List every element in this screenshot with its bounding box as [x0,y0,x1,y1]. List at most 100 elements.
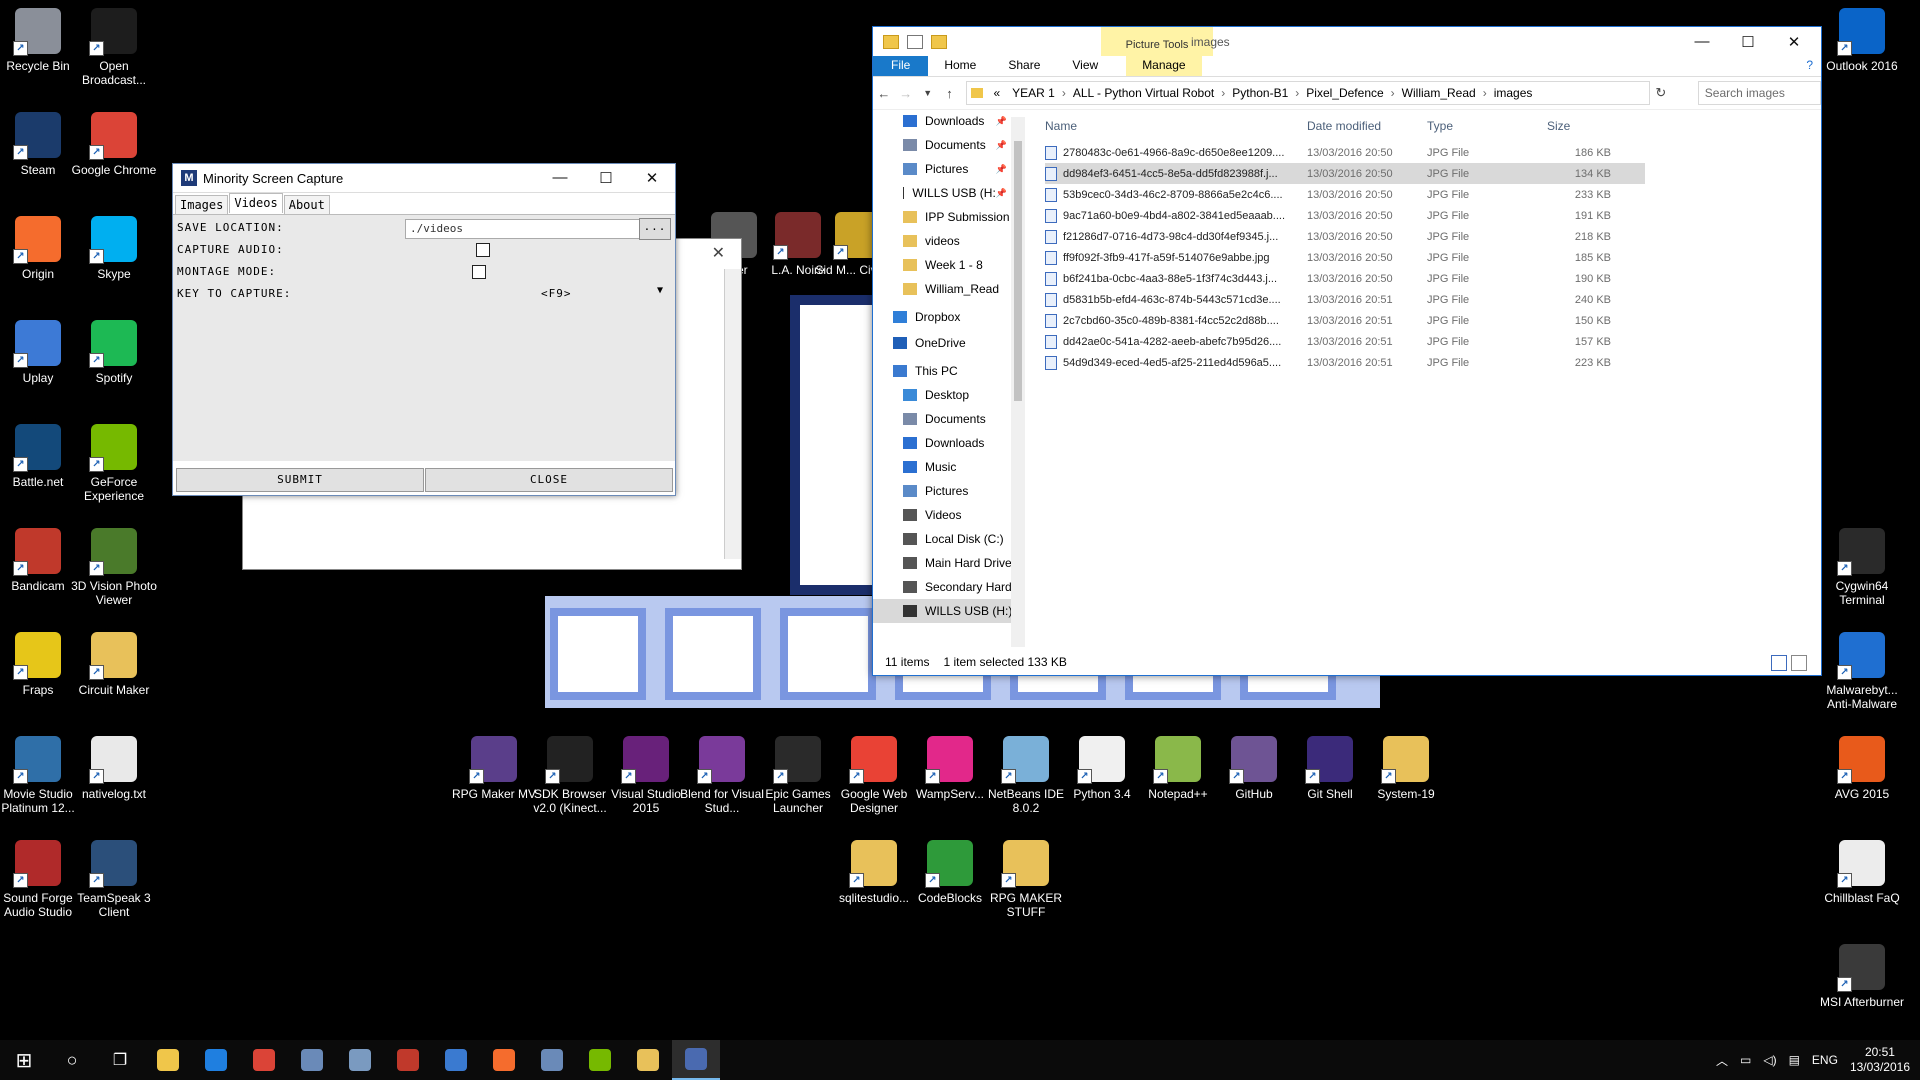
nav-item[interactable]: Documents [873,407,1019,431]
key-to-capture-value[interactable]: <F9> [541,287,572,300]
show-hidden-icons-icon[interactable]: ︿ [1716,1052,1728,1069]
desktop-shortcut[interactable]: ↗ MSI Afterburner [1816,944,1908,1009]
language-indicator[interactable]: ENG [1812,1053,1838,1067]
desktop-shortcut[interactable]: ↗ Cygwin64 Terminal [1816,528,1908,607]
save-location-input[interactable]: ./videos [405,219,645,239]
clock[interactable]: 20:51 13/03/2016 [1850,1045,1910,1075]
close-button[interactable]: ✕ [629,169,675,187]
volume-icon[interactable]: ◁) [1763,1053,1776,1067]
recent-locations-icon[interactable]: ▼ [917,88,939,98]
column-type[interactable]: Type [1427,119,1547,133]
breadcrumb-item[interactable]: images [1488,86,1539,100]
nav-item[interactable]: WILLS USB (H:) [873,599,1019,623]
desktop-shortcut[interactable]: ↗ Circuit Maker [68,632,160,697]
nav-item[interactable]: William_Read [873,277,1019,301]
dropdown-arrow-icon[interactable]: ▼ [657,285,664,296]
pin-icon[interactable]: 📌 [996,164,1007,175]
new-folder-icon[interactable] [931,34,947,49]
steam-app-icon[interactable] [336,1040,384,1080]
details-view-icon[interactable] [1771,655,1787,671]
pin-icon[interactable]: 📌 [996,188,1007,199]
close-form-button[interactable]: CLOSE [425,468,673,492]
breadcrumb-item[interactable]: Pixel_Defence [1300,86,1389,100]
nav-item[interactable]: Downloads [873,431,1019,455]
steam-icon[interactable] [288,1040,336,1080]
fraps-icon[interactable] [432,1040,480,1080]
properties-icon[interactable] [907,34,923,49]
nvidia-icon[interactable] [576,1040,624,1080]
nav-item[interactable]: Desktop [873,383,1019,407]
file-row[interactable]: d5831b5b-efd4-463c-874b-5443c571cd3e....… [1045,289,1645,310]
refresh-icon[interactable]: ↻ [1650,85,1672,101]
desktop-shortcut[interactable]: ↗ AVG 2015 [1816,736,1908,801]
edge-icon[interactable] [192,1040,240,1080]
nav-item[interactable]: Videos [873,503,1019,527]
desktop-shortcut[interactable]: ↗ Malwarebyt... Anti-Malware [1816,632,1908,711]
start-icon[interactable]: ⊞ [0,1040,48,1080]
file-row[interactable]: 2c7cbd60-35c0-489b-8381-f4cc52c2d88b....… [1045,310,1645,331]
minority-capture-icon[interactable] [672,1040,720,1080]
file-row[interactable]: f21286d7-0716-4d73-98c4-dd30f4ef9345.j..… [1045,226,1645,247]
scrollbar[interactable] [724,269,741,559]
close-icon[interactable]: ✕ [712,243,725,263]
column-size[interactable]: Size [1547,119,1611,133]
nav-item[interactable]: Music [873,455,1019,479]
nav-item[interactable]: Downloads 📌 [873,109,1019,133]
close-button[interactable]: ✕ [1771,33,1817,51]
desktop-shortcut[interactable]: ↗ nativelog.txt [68,736,160,801]
column-name[interactable]: Name [1045,119,1307,133]
desktop-shortcut[interactable]: ↗ Open Broadcast... [68,8,160,87]
tab-view[interactable]: View [1056,56,1114,76]
nav-item[interactable]: Local Disk (C:) [873,527,1019,551]
action-center-icon[interactable]: ▤ [1789,1053,1800,1067]
file-row[interactable]: b6f241ba-0cbc-4aa3-88e5-1f3f74c3d443.j..… [1045,268,1645,289]
bandicam-icon[interactable] [384,1040,432,1080]
python-icon[interactable] [624,1040,672,1080]
file-explorer-icon[interactable] [144,1040,192,1080]
capture-audio-checkbox[interactable] [476,243,490,257]
desktop-shortcut[interactable]: ↗ TeamSpeak 3 Client [68,840,160,919]
file-row[interactable]: 53b9cec0-34d3-46c2-8709-8866a5e2c4c6....… [1045,184,1645,205]
search-input[interactable]: Search images [1697,81,1822,105]
file-row[interactable]: 2780483c-0e61-4966-8a9c-d650e8ee1209....… [1045,142,1645,163]
nav-item[interactable]: IPP Submission [873,205,1019,229]
breadcrumb-item[interactable]: William_Read [1396,86,1482,100]
tab-file[interactable]: File [873,56,929,76]
tab-home[interactable]: Home [928,56,992,76]
nav-item[interactable]: videos [873,229,1019,253]
desktop-shortcut[interactable]: ↗ Chillblast FaQ [1816,840,1908,905]
desktop-shortcut[interactable]: ↗ 3D Vision Photo Viewer [68,528,160,607]
file-row[interactable]: dd42ae0c-541a-4282-aeeb-abefc7b95d26....… [1045,331,1645,352]
folder-icon[interactable] [883,34,899,49]
pin-icon[interactable]: 📌 [996,116,1007,127]
up-arrow-icon[interactable]: ↑ [939,86,961,101]
submit-button[interactable]: SUBMIT [176,468,424,492]
explorer-title-bar[interactable]: Picture Tools images — ☐ ✕ [873,27,1821,56]
nav-item[interactable]: OneDrive [873,331,1019,355]
teamspeak-icon[interactable] [528,1040,576,1080]
network-icon[interactable]: ▭ [1740,1053,1751,1067]
tab-share[interactable]: Share [992,56,1056,76]
help-icon[interactable]: ? [1798,56,1821,76]
tab-images[interactable]: Images [175,195,229,215]
nav-item[interactable]: Pictures [873,479,1019,503]
task-view-icon[interactable]: ❐ [96,1040,144,1080]
minimize-button[interactable]: — [1679,33,1725,51]
nav-item[interactable]: Pictures 📌 [873,157,1019,181]
nav-item[interactable]: Secondary Hard [873,575,1019,599]
desktop-shortcut[interactable]: ↗ GeForce Experience [68,424,160,503]
nav-item[interactable]: Documents 📌 [873,133,1019,157]
breadcrumb-item[interactable]: ALL - Python Virtual Robot [1067,86,1220,100]
file-row[interactable]: dd984ef3-6451-4cc5-8e5a-dd5fd823988f.j..… [1045,163,1645,184]
breadcrumb-item[interactable]: YEAR 1 [1006,86,1061,100]
cortana-icon[interactable]: ○ [48,1040,96,1080]
desktop-shortcut[interactable]: ↗ Google Chrome [68,112,160,177]
origin-icon[interactable] [480,1040,528,1080]
forward-arrow-icon[interactable]: → [895,86,917,101]
chrome-icon[interactable] [240,1040,288,1080]
nav-item[interactable]: This PC [873,359,1019,383]
desktop-shortcut[interactable]: ↗ Skype [68,216,160,281]
desktop-shortcut[interactable]: ↗ Outlook 2016 [1816,8,1908,73]
maximize-button[interactable]: ☐ [583,169,629,187]
file-row[interactable]: 9ac71a60-b0e9-4bd4-a802-3841ed5eaaab....… [1045,205,1645,226]
